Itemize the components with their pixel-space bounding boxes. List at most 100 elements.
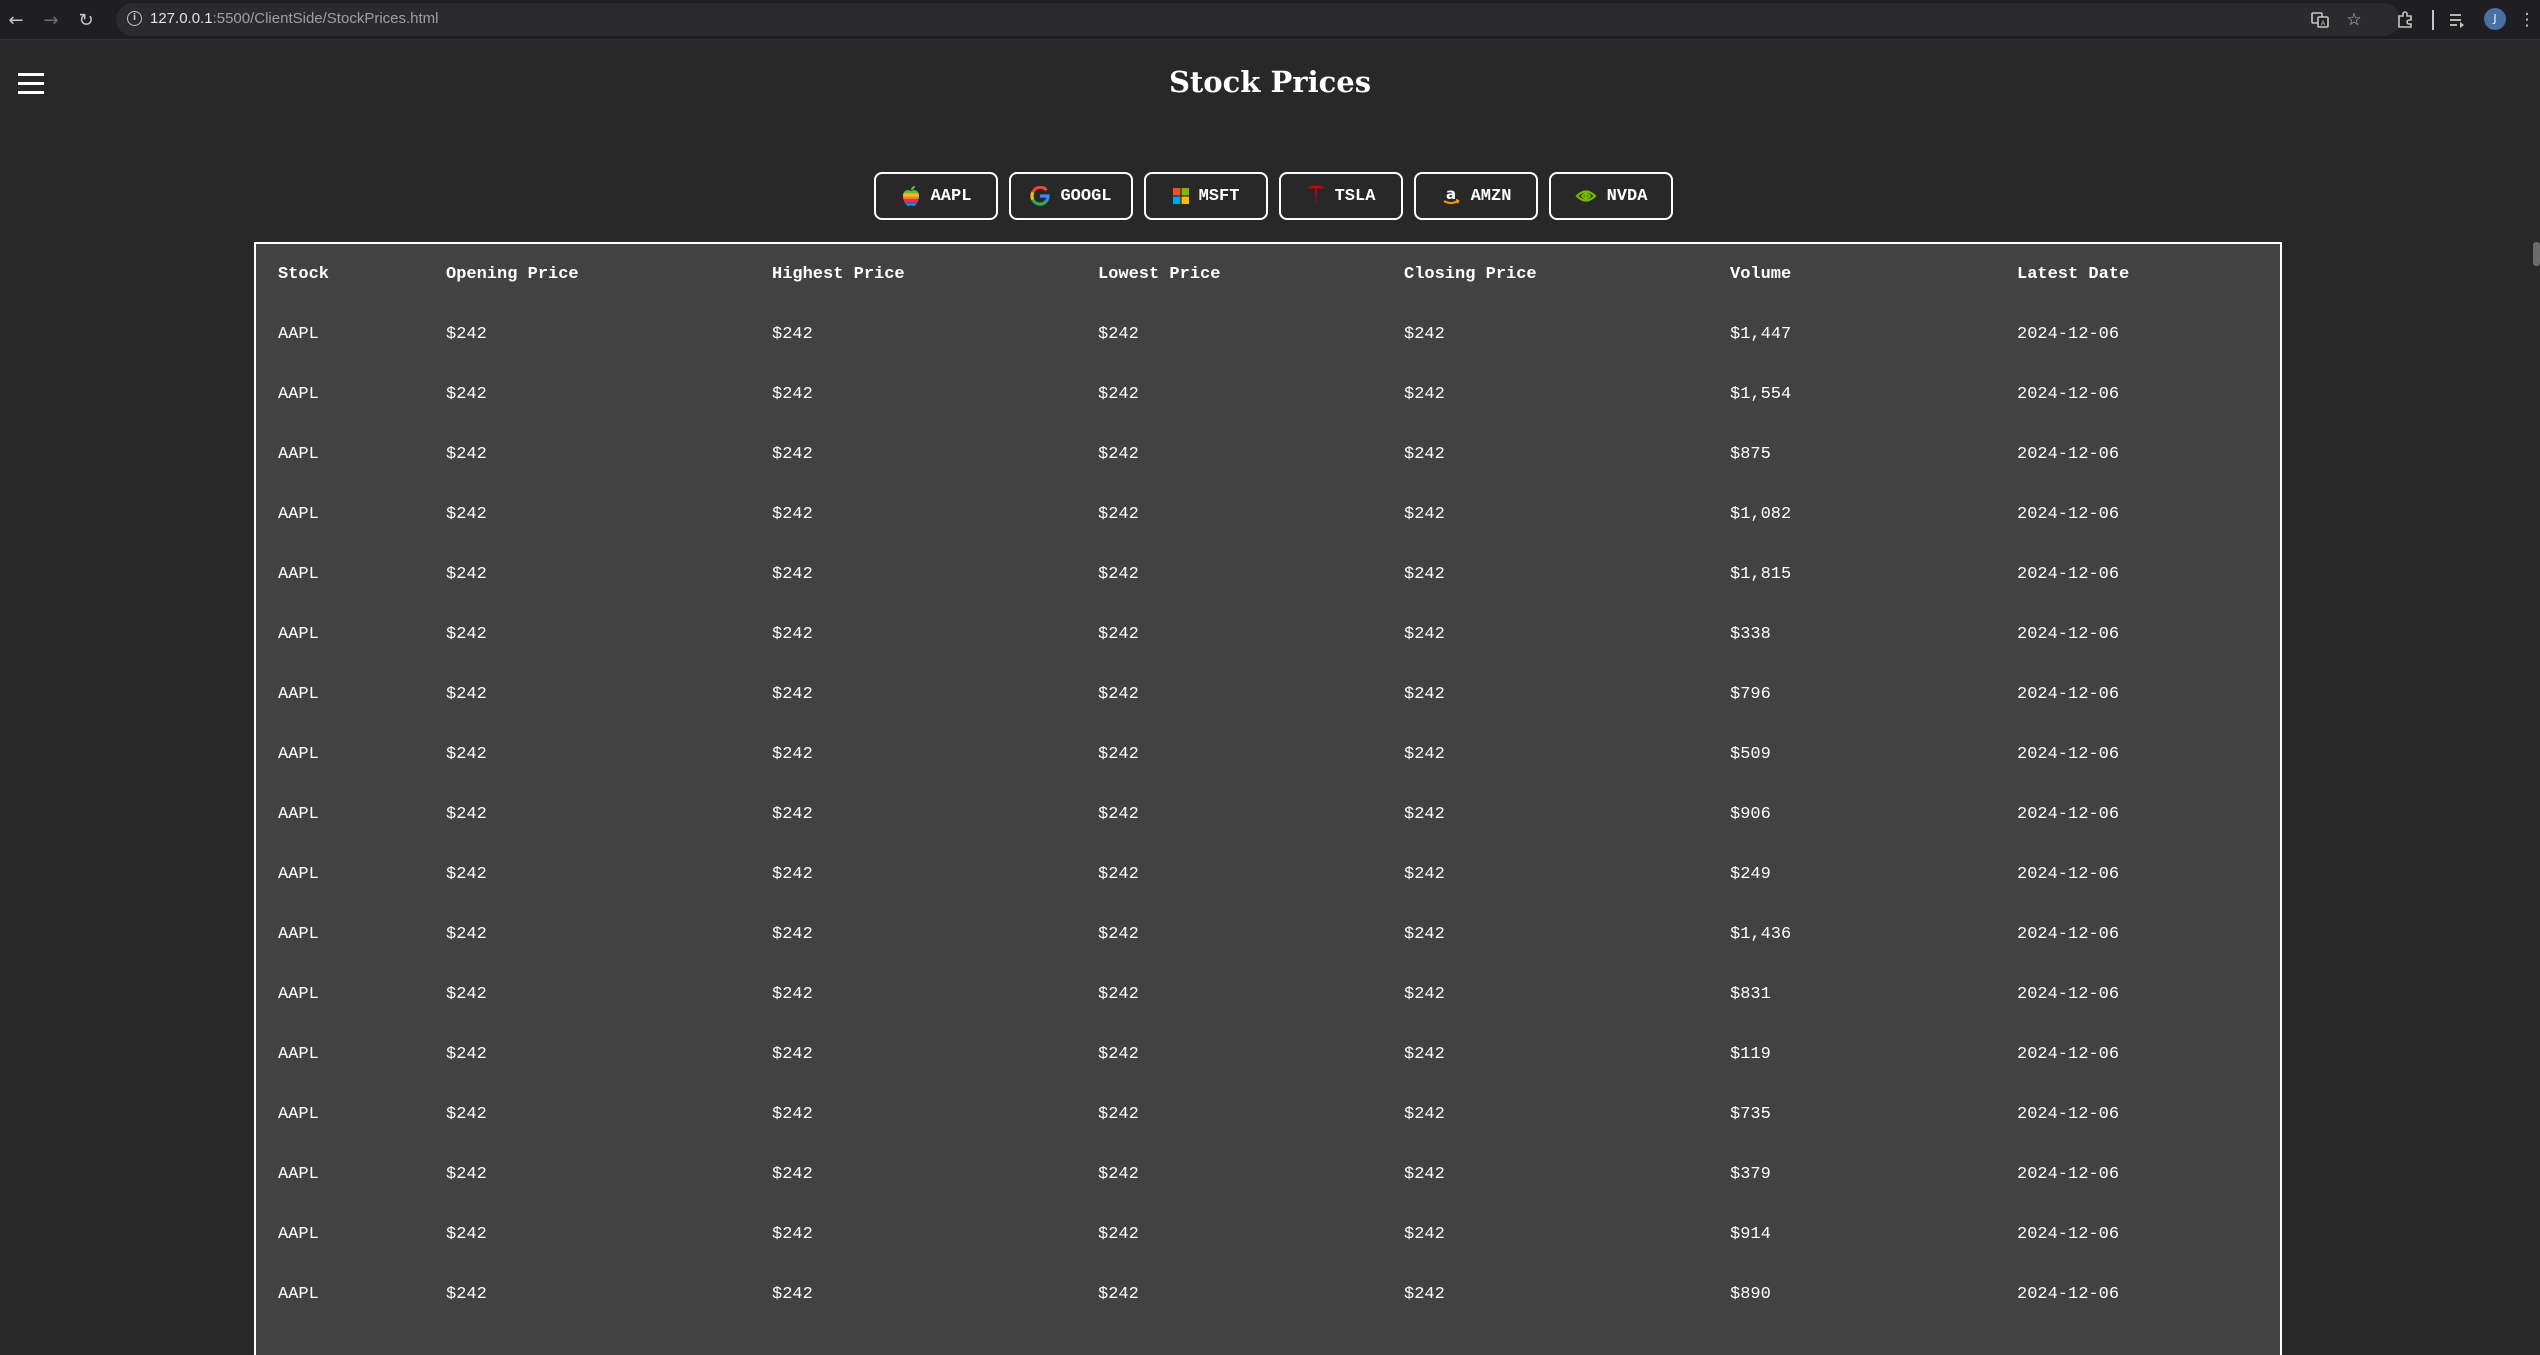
reading-list-icon[interactable] <box>2444 7 2470 33</box>
table-row: AAPL $242 $242 $242 $242 $735 2024-12-06 <box>256 1084 2280 1144</box>
table-body: AAPL $242 $242 $242 $242 $1,447 2024-12-06 AAPL… <box>256 304 2280 1324</box>
ticker-button-tsla[interactable]: TSLA <box>1279 172 1403 220</box>
cell-stock: AAPL <box>278 624 319 644</box>
ticker-symbol-amzn: AMZN <box>1470 186 1512 206</box>
cell-stock: AAPL <box>278 324 319 344</box>
back-button[interactable]: ← <box>2 6 30 34</box>
column-header-volume: Volume <box>1730 264 1792 284</box>
cell-volume: $890 <box>1730 1284 1771 1304</box>
cell-opening-price: $242 <box>446 804 487 824</box>
cell-latest-date: 2024-12-06 <box>2017 684 2120 704</box>
cell-stock: AAPL <box>278 1224 319 1244</box>
cell-highest-price: $242 <box>772 444 813 464</box>
cell-lowest-price: $242 <box>1098 924 1139 944</box>
profile-avatar[interactable]: J <box>2484 8 2506 30</box>
reload-button[interactable]: ↻ <box>72 6 100 34</box>
cell-stock: AAPL <box>278 1104 319 1124</box>
cell-latest-date: 2024-12-06 <box>2017 924 2120 944</box>
cell-volume: $1,554 <box>1730 384 1792 404</box>
cell-lowest-price: $242 <box>1098 564 1139 584</box>
cell-stock: AAPL <box>278 684 319 704</box>
cell-latest-date: 2024-12-06 <box>2017 744 2120 764</box>
cell-latest-date: 2024-12-06 <box>2017 324 2120 344</box>
table-row: AAPL $242 $242 $242 $242 $1,554 2024-12-06 <box>256 364 2280 424</box>
ticker-symbol-nvda: NVDA <box>1606 186 1648 206</box>
cell-lowest-price: $242 <box>1098 624 1139 644</box>
cell-opening-price: $242 <box>446 624 487 644</box>
table-row: AAPL $242 $242 $242 $242 $249 2024-12-06 <box>256 844 2280 904</box>
cell-stock: AAPL <box>278 1284 319 1304</box>
cell-closing-price: $242 <box>1404 684 1445 704</box>
cell-closing-price: $242 <box>1404 864 1445 884</box>
cell-opening-price: $242 <box>446 984 487 1004</box>
cell-stock: AAPL <box>278 1044 319 1064</box>
cell-highest-price: $242 <box>772 1044 813 1064</box>
cell-opening-price: $242 <box>446 684 487 704</box>
cell-opening-price: $242 <box>446 564 487 584</box>
ticker-button-amzn[interactable]: a AMZN <box>1414 172 1538 220</box>
cell-opening-price: $242 <box>446 1164 487 1184</box>
ticker-button-aapl[interactable]: AAPL <box>874 172 998 220</box>
cell-lowest-price: $242 <box>1098 864 1139 884</box>
cell-closing-price: $242 <box>1404 924 1445 944</box>
column-header-lowest-price: Lowest Price <box>1098 264 1221 284</box>
cell-lowest-price: $242 <box>1098 1284 1139 1304</box>
nvidia-logo-icon <box>1575 190 1597 202</box>
url-path: :5500/ClientSide/StockPrices.html <box>212 10 439 27</box>
cell-latest-date: 2024-12-06 <box>2017 864 2120 884</box>
cell-lowest-price: $242 <box>1098 444 1139 464</box>
forward-button[interactable]: → <box>37 6 65 34</box>
table-row: AAPL $242 $242 $242 $242 $831 2024-12-06 <box>256 964 2280 1024</box>
cell-latest-date: 2024-12-06 <box>2017 1104 2120 1124</box>
cell-stock: AAPL <box>278 504 319 524</box>
table-row: AAPL $242 $242 $242 $242 $509 2024-12-06 <box>256 724 2280 784</box>
cell-opening-price: $242 <box>446 504 487 524</box>
stock-table-container: Stock Opening Price Highest Price Lowest… <box>254 242 2282 1355</box>
ticker-button-msft[interactable]: MSFT <box>1144 172 1268 220</box>
cell-volume: $906 <box>1730 804 1771 824</box>
apple-logo-icon <box>902 186 919 206</box>
cell-closing-price: $242 <box>1404 1284 1445 1304</box>
url-host: 127.0.0.1 <box>150 10 213 27</box>
ticker-button-nvda[interactable]: NVDA <box>1549 172 1673 220</box>
column-header-latest-date: Latest Date <box>2017 264 2130 284</box>
amazon-logo-icon: a <box>1443 186 1460 204</box>
cell-lowest-price: $242 <box>1098 744 1139 764</box>
table-row: AAPL $242 $242 $242 $242 $1,447 2024-12-06 <box>256 304 2280 364</box>
cell-latest-date: 2024-12-06 <box>2017 504 2120 524</box>
cell-volume: $1,436 <box>1730 924 1792 944</box>
cell-closing-price: $242 <box>1404 1044 1445 1064</box>
cell-highest-price: $242 <box>772 624 813 644</box>
page-scrollbar-thumb[interactable] <box>2533 242 2540 266</box>
cell-stock: AAPL <box>278 984 319 1004</box>
cell-stock: AAPL <box>278 444 319 464</box>
bookmark-star-icon[interactable]: ☆ <box>2343 9 2365 31</box>
browser-menu-icon[interactable]: ⋮ <box>2514 7 2540 33</box>
extensions-icon[interactable] <box>2392 7 2418 33</box>
cell-highest-price: $242 <box>772 564 813 584</box>
url-text[interactable]: 127.0.0.1:5500/ClientSide/StockPrices.ht… <box>150 9 439 29</box>
site-info-icon[interactable]: i <box>127 11 142 26</box>
cell-latest-date: 2024-12-06 <box>2017 804 2120 824</box>
cell-volume: $1,447 <box>1730 324 1792 344</box>
cell-volume: $509 <box>1730 744 1771 764</box>
cell-volume: $379 <box>1730 1164 1771 1184</box>
ticker-symbol-googl: GOOGL <box>1060 186 1112 206</box>
cell-lowest-price: $242 <box>1098 504 1139 524</box>
cell-volume: $119 <box>1730 1044 1771 1064</box>
cell-stock: AAPL <box>278 564 319 584</box>
cell-opening-price: $242 <box>446 924 487 944</box>
cell-latest-date: 2024-12-06 <box>2017 564 2120 584</box>
cell-stock: AAPL <box>278 384 319 404</box>
cell-closing-price: $242 <box>1404 564 1445 584</box>
translate-icon[interactable]: A <box>2309 9 2331 31</box>
cell-opening-price: $242 <box>446 324 487 344</box>
ticker-button-googl[interactable]: GOOGL <box>1009 172 1133 220</box>
cell-lowest-price: $242 <box>1098 384 1139 404</box>
cell-closing-price: $242 <box>1404 744 1445 764</box>
cell-highest-price: $242 <box>772 1284 813 1304</box>
address-bar[interactable]: i 127.0.0.1:5500/ClientSide/StockPrices.… <box>116 3 2400 36</box>
cell-latest-date: 2024-12-06 <box>2017 1224 2120 1244</box>
column-header-opening-price: Opening Price <box>446 264 579 284</box>
arrow-left-icon: ← <box>8 9 24 31</box>
